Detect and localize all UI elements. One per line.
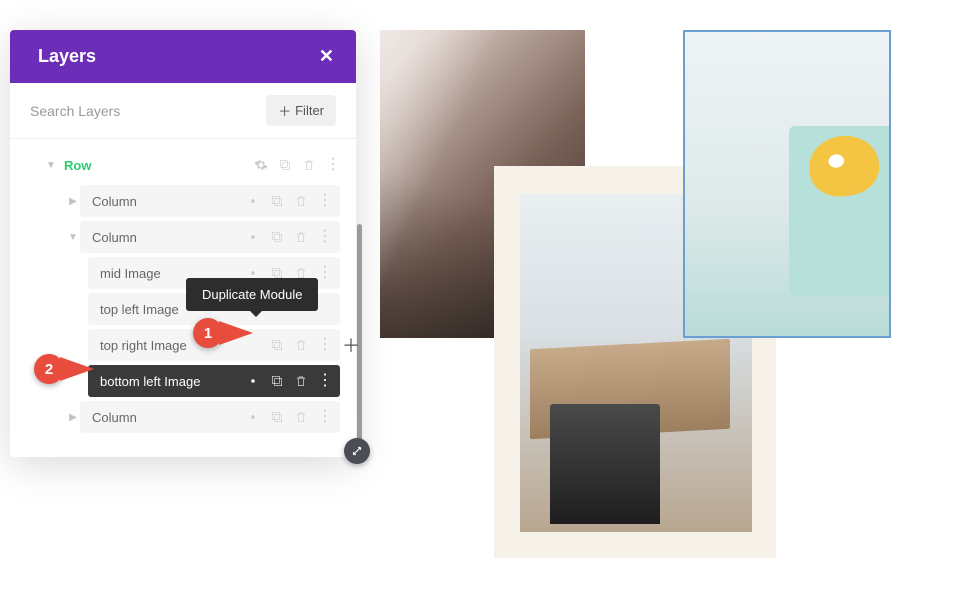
caret-right-icon[interactable]: ▶ xyxy=(66,194,80,208)
gear-icon[interactable] xyxy=(246,410,260,424)
tree-row-column[interactable]: ▶ Column ⋮ xyxy=(26,183,340,219)
caret-down-icon[interactable]: ▼ xyxy=(44,158,58,172)
duplicate-icon[interactable] xyxy=(270,410,284,424)
trash-icon[interactable] xyxy=(294,230,308,244)
tree-row-column-expanded[interactable]: ▼ Column ⋮ xyxy=(26,219,340,255)
panel-header: Layers ✕ xyxy=(10,30,356,83)
duplicate-icon[interactable] xyxy=(270,338,284,352)
more-icon[interactable]: ⋮ xyxy=(318,374,332,388)
row-actions: ⋮ xyxy=(254,158,340,172)
gear-icon[interactable] xyxy=(246,374,260,388)
filter-button[interactable]: ＋ Filter xyxy=(266,95,336,126)
scrollbar[interactable] xyxy=(357,224,362,454)
trash-icon[interactable] xyxy=(294,410,308,424)
more-icon[interactable]: ⋮ xyxy=(318,194,332,208)
gear-icon[interactable] xyxy=(254,158,268,172)
tooltip-duplicate-module: Duplicate Module xyxy=(186,278,318,311)
gear-icon[interactable] xyxy=(246,230,260,244)
more-icon[interactable]: ⋮ xyxy=(318,410,332,424)
gear-icon[interactable] xyxy=(246,194,260,208)
duplicate-icon[interactable] xyxy=(270,194,284,208)
tree-row-row[interactable]: ▼ Row ⋮ xyxy=(26,147,340,183)
annotation-2: 2 xyxy=(34,354,94,384)
trash-icon[interactable] xyxy=(294,338,308,352)
search-row: ＋ Filter xyxy=(10,83,356,139)
trash-icon[interactable] xyxy=(302,158,316,172)
more-icon[interactable]: ⋮ xyxy=(326,158,340,172)
search-input[interactable] xyxy=(30,103,266,119)
plus-icon: ＋ xyxy=(278,101,291,120)
more-icon[interactable]: ⋮ xyxy=(318,266,332,280)
caret-right-icon[interactable]: ▶ xyxy=(66,410,80,424)
column-label: Column xyxy=(92,194,246,209)
annotation-arrow xyxy=(60,357,94,381)
duplicate-icon[interactable] xyxy=(270,374,284,388)
more-icon[interactable]: ⋮ xyxy=(318,338,332,352)
more-icon[interactable]: ⋮ xyxy=(318,230,332,244)
trash-icon[interactable] xyxy=(294,194,308,208)
filter-label: Filter xyxy=(295,103,324,118)
panel-title: Layers xyxy=(38,46,96,67)
close-icon[interactable]: ✕ xyxy=(319,46,334,67)
duplicate-icon[interactable] xyxy=(270,230,284,244)
layers-panel: Layers ✕ ＋ Filter ▼ Row ⋮ ▶ Column xyxy=(10,30,356,457)
caret-down-icon[interactable]: ▼ xyxy=(66,230,80,244)
row-label: Row xyxy=(64,158,248,173)
annotation-arrow xyxy=(219,321,253,345)
tree-row-column[interactable]: ▶ Column ⋮ xyxy=(26,399,340,435)
image-top-right-selected[interactable] xyxy=(683,30,891,338)
duplicate-icon[interactable] xyxy=(278,158,292,172)
annotation-1: 1 xyxy=(193,318,253,348)
column-label: Column xyxy=(92,410,246,425)
resize-handle[interactable] xyxy=(344,438,370,464)
column-label: Column xyxy=(92,230,246,245)
module-label: bottom left Image xyxy=(100,374,246,389)
trash-icon[interactable] xyxy=(294,374,308,388)
